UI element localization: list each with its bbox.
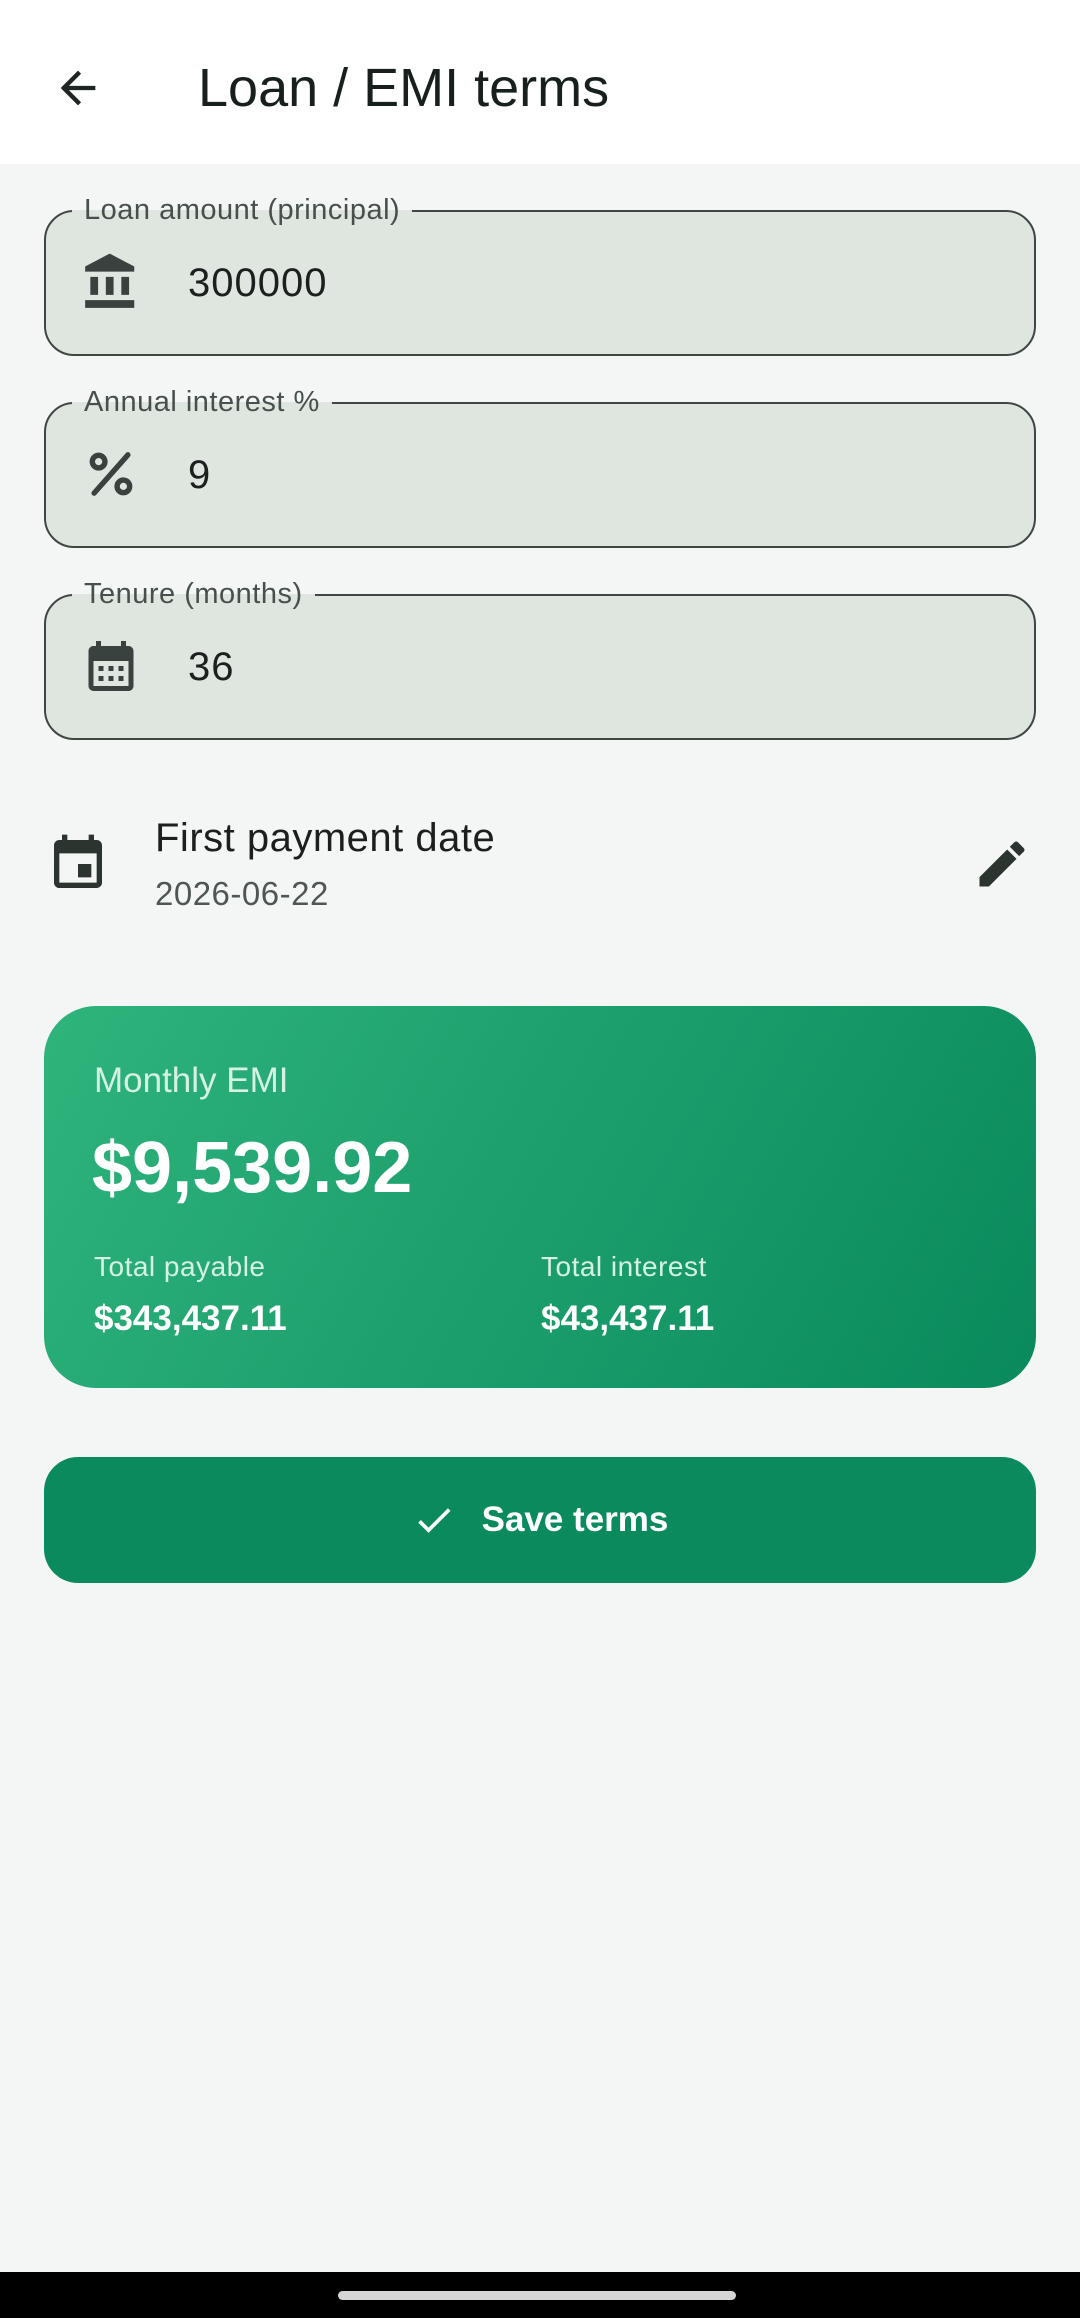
app-bar: Loan / EMI terms (0, 0, 1080, 164)
bank-icon (78, 249, 144, 315)
principal-field[interactable]: Loan amount (principal) (44, 193, 1036, 356)
first-payment-title: First payment date (155, 816, 496, 860)
interest-field[interactable]: Annual interest % (44, 385, 1036, 548)
tenure-field-label: Tenure (months) (72, 577, 315, 611)
first-payment-date-row[interactable]: First payment date 2026-06-22 (0, 788, 1080, 942)
check-icon (412, 1498, 456, 1542)
tenure-input[interactable] (188, 632, 988, 702)
tenure-field[interactable]: Tenure (months) (44, 577, 1036, 740)
total-payable-label: Total payable (94, 1251, 266, 1282)
edit-date-button[interactable] (966, 828, 1038, 900)
total-interest-label: Total interest (541, 1251, 707, 1282)
save-terms-label: Save terms (481, 1500, 669, 1539)
first-payment-value: 2026-06-22 (155, 875, 329, 912)
home-gesture-handle[interactable] (338, 2291, 736, 2300)
interest-input[interactable] (188, 440, 988, 510)
total-payable-value: $343,437.11 (94, 1299, 287, 1338)
page-title: Loan / EMI terms (198, 58, 610, 118)
pencil-icon (979, 841, 1025, 887)
arrow-back-icon (60, 70, 96, 106)
emi-summary-card: Monthly EMI $9,539.92 Total payable $343… (44, 1006, 1036, 1388)
monthly-emi-label: Monthly EMI (94, 1061, 289, 1100)
principal-field-label: Loan amount (principal) (72, 193, 413, 227)
event-icon (42, 828, 114, 900)
percent-icon (78, 441, 144, 507)
system-navigation-bar (0, 2272, 1080, 2318)
calendar-month-icon (78, 633, 144, 699)
total-interest-value: $43,437.11 (541, 1299, 715, 1338)
save-terms-button[interactable]: Save terms (44, 1457, 1036, 1583)
principal-input[interactable] (188, 248, 988, 318)
back-button[interactable] (40, 50, 116, 126)
monthly-emi-value: $9,539.92 (92, 1128, 413, 1208)
interest-field-label: Annual interest % (72, 385, 332, 419)
